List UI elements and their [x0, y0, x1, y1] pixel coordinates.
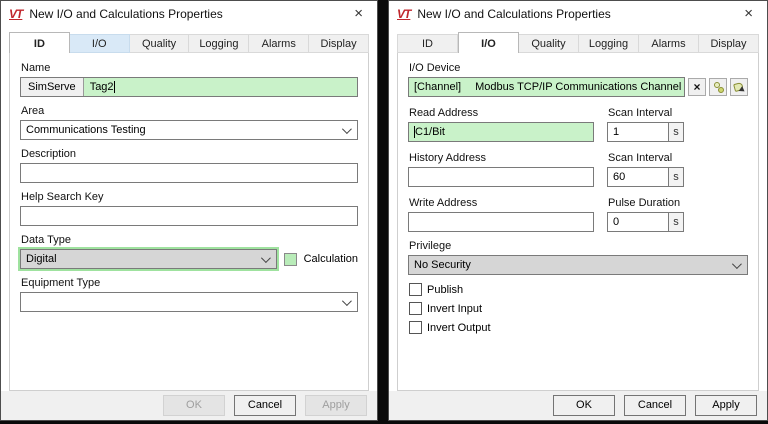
tab-id[interactable]: ID — [9, 32, 70, 53]
scan-interval-label: Scan Interval — [608, 107, 673, 119]
scan-interval-unit: s — [669, 122, 684, 142]
name-label: Name — [21, 62, 51, 74]
scan-interval-control: 60 s — [607, 167, 699, 187]
tab-alarms[interactable]: Alarms — [639, 34, 699, 53]
read-address-input[interactable]: C1/Bit — [408, 122, 594, 142]
title-bar[interactable]: VT New I/O and Calculations Properties × — [389, 1, 767, 27]
read-address-label: Read Address — [409, 107, 479, 119]
tab-display[interactable]: Display — [309, 34, 369, 53]
tab-io[interactable]: I/O — [69, 34, 130, 53]
pulse-duration-control: 0 s — [607, 212, 699, 232]
io-device-field[interactable]: [Channel] Modbus TCP/IP Communications C… — [408, 77, 685, 97]
name-field[interactable]: SimServe Tag2 — [20, 77, 358, 97]
description-input[interactable] — [20, 163, 358, 183]
io-device-value: Modbus TCP/IP Communications Channel — [475, 81, 682, 93]
scan-interval-label: Scan Interval — [608, 152, 673, 164]
scan-interval-unit: s — [669, 167, 684, 187]
cancel-button[interactable]: Cancel — [234, 395, 296, 416]
tab-io[interactable]: I/O — [458, 32, 519, 53]
chevron-down-icon — [731, 258, 742, 269]
tab-alarms[interactable]: Alarms — [249, 34, 310, 53]
close-icon[interactable]: × — [348, 3, 369, 25]
name-value-text: Tag2 — [89, 81, 114, 93]
tag-browser-button[interactable] — [709, 78, 727, 96]
invert-input-checkbox[interactable] — [409, 302, 422, 315]
scan-interval-input[interactable]: 60 — [607, 167, 669, 187]
chevron-down-icon — [341, 295, 352, 306]
io-device-clear-button[interactable]: × — [688, 78, 706, 96]
data-type-label: Data Type — [21, 234, 71, 246]
tab-quality[interactable]: Quality — [129, 34, 190, 53]
vtscada-logo-icon: VT — [397, 7, 411, 21]
tab-logging[interactable]: Logging — [189, 34, 250, 53]
privilege-value: No Security — [414, 259, 471, 271]
tag-select-button[interactable] — [730, 78, 748, 96]
pulse-duration-label: Pulse Duration — [608, 197, 681, 209]
ok-button[interactable]: OK — [163, 395, 225, 416]
description-label: Description — [21, 148, 77, 160]
equipment-type-label: Equipment Type — [21, 277, 101, 289]
dialog-footer: OK Cancel Apply — [389, 391, 767, 420]
clear-x-icon: × — [693, 80, 701, 94]
scan-interval-value: 60 — [613, 171, 626, 183]
help-search-key-input[interactable] — [20, 206, 358, 226]
area-value: Communications Testing — [26, 124, 146, 136]
name-input[interactable]: Tag2 — [83, 78, 357, 96]
calculation-label: Calculation — [303, 253, 358, 265]
invert-output-checkbox[interactable] — [409, 321, 422, 334]
tab-quality[interactable]: Quality — [519, 34, 579, 53]
pulse-duration-unit: s — [669, 212, 684, 232]
apply-button[interactable]: Apply — [305, 395, 367, 416]
area-combobox[interactable]: Communications Testing — [20, 120, 358, 140]
privilege-label: Privilege — [409, 240, 452, 252]
scan-interval-input[interactable]: 1 — [607, 122, 669, 142]
equipment-type-combobox[interactable] — [20, 292, 358, 312]
chevron-down-icon — [341, 123, 352, 134]
publish-checkbox[interactable] — [409, 283, 422, 296]
tab-logging[interactable]: Logging — [579, 34, 639, 53]
dialog-footer: OK Cancel Apply — [1, 391, 377, 420]
history-address-input[interactable] — [408, 167, 594, 187]
properties-dialog-id-tab: VT New I/O and Calculations Properties ×… — [0, 0, 378, 421]
name-prefix-segment[interactable]: SimServe — [21, 78, 84, 96]
io-tab-panel: I/O Device [Channel] Modbus TCP/IP Commu… — [397, 52, 759, 391]
close-icon[interactable]: × — [738, 3, 759, 25]
write-address-input[interactable] — [408, 212, 594, 232]
help-search-key-label: Help Search Key — [21, 191, 104, 203]
area-label: Area — [21, 105, 45, 117]
pulse-duration-input[interactable]: 0 — [607, 212, 669, 232]
properties-dialog-io-tab: VT New I/O and Calculations Properties ×… — [388, 0, 768, 421]
scan-interval-value: 1 — [613, 126, 620, 138]
history-address-label: History Address — [409, 152, 487, 164]
tag-select-cursor-icon — [738, 86, 747, 94]
privilege-combobox[interactable]: No Security — [408, 255, 748, 275]
read-address-value: C1/Bit — [415, 126, 445, 138]
tab-id[interactable]: ID — [397, 34, 458, 53]
id-tab-panel: Name SimServe Tag2 Area Communications T… — [9, 52, 369, 391]
publish-label: Publish — [427, 283, 464, 296]
pulse-duration-value: 0 — [613, 216, 620, 228]
ok-button[interactable]: OK — [553, 395, 615, 416]
io-device-label: I/O Device — [409, 62, 461, 74]
tab-display[interactable]: Display — [699, 34, 759, 53]
dialog-title: New I/O and Calculations Properties — [417, 7, 611, 21]
tab-strip: ID I/O Quality Logging Alarms Display — [389, 27, 767, 53]
cancel-button[interactable]: Cancel — [624, 395, 686, 416]
tab-strip: ID I/O Quality Logging Alarms Display — [1, 27, 377, 53]
chevron-down-icon — [260, 252, 271, 263]
dialog-title: New I/O and Calculations Properties — [29, 7, 223, 21]
vtscada-logo-icon: VT — [9, 7, 23, 21]
calculation-checkbox[interactable] — [283, 252, 297, 266]
tag-hierarchy-icon — [718, 87, 724, 93]
title-bar[interactable]: VT New I/O and Calculations Properties × — [1, 1, 377, 27]
io-device-channel-type: [Channel] — [414, 81, 462, 93]
scan-interval-control: 1 s — [607, 122, 699, 142]
invert-input-label: Invert Input — [427, 302, 483, 315]
data-type-value: Digital — [26, 253, 57, 265]
data-type-combobox[interactable]: Digital — [18, 247, 279, 271]
write-address-label: Write Address — [409, 197, 478, 209]
apply-button[interactable]: Apply — [695, 395, 757, 416]
invert-output-label: Invert Output — [427, 321, 491, 334]
text-caret — [113, 81, 115, 93]
